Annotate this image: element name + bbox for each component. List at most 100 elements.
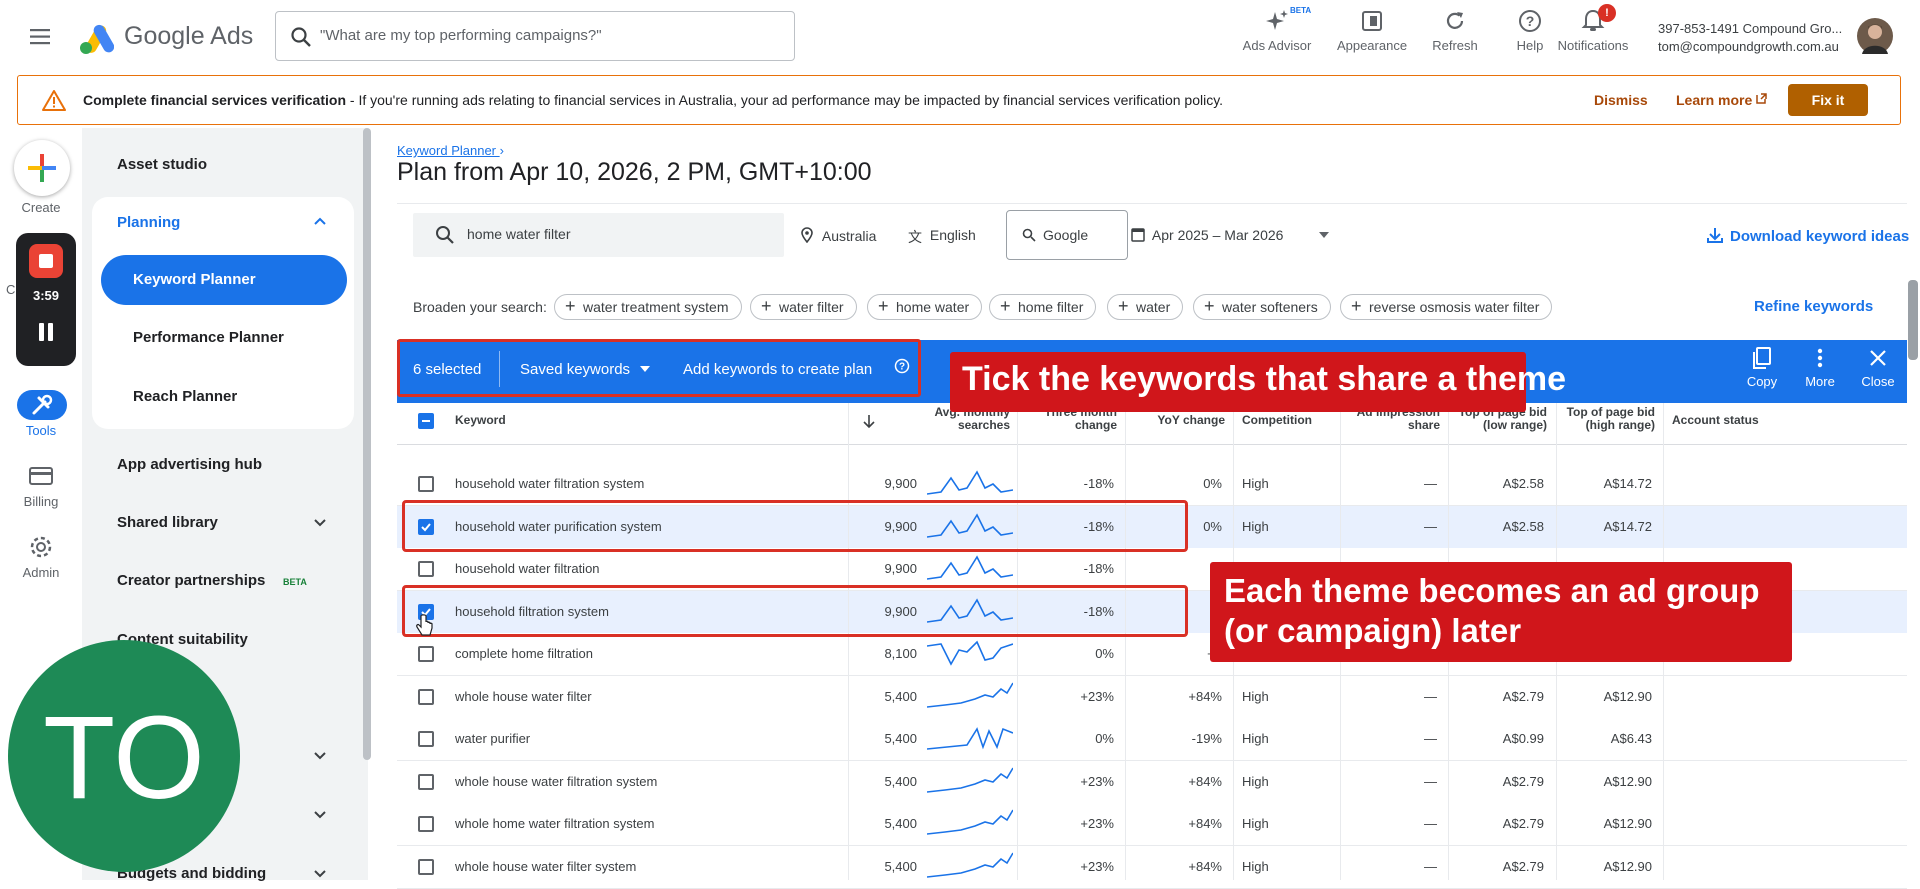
cell-three: +23% [1080,816,1114,831]
account-info[interactable]: 397-853-1491 Compound Gro... tom@compoun… [1658,20,1842,56]
row-checkbox[interactable] [418,476,434,492]
col-avg-line2: searches [957,418,1010,432]
main-scrollbar[interactable] [1908,280,1918,360]
tools-button[interactable] [17,390,67,420]
chevron-up-icon[interactable] [312,213,328,229]
billing-icon[interactable] [28,466,54,486]
keyword-planner-label: Keyword Planner [133,271,256,288]
col-competition[interactable]: Competition [1242,414,1312,427]
nav-planning[interactable]: Planning [117,214,180,231]
broaden-chip[interactable]: water treatment system [554,294,742,320]
cell-low: A$2.58 [1502,476,1544,491]
network-filter[interactable]: Google [1006,210,1128,260]
select-all-checkbox[interactable] [418,413,434,429]
copy-button[interactable]: Copy [1744,346,1780,389]
download-label: Download keyword ideas [1730,228,1910,245]
recording-widget: 3:59 [16,233,76,366]
plus-icon [28,154,56,182]
learn-more-link[interactable]: Learn more [1676,92,1767,108]
cell-high: A$12.90 [1603,859,1652,874]
nav-reach-planner[interactable]: Reach Planner [133,388,237,405]
row-checkbox[interactable] [418,816,434,832]
theme-callout: Each theme becomes an ad group (or campa… [1210,562,1792,662]
stop-recording-button[interactable] [29,244,63,278]
tools-label: Tools [25,423,57,438]
row-checkbox[interactable] [418,646,434,662]
add-keywords-button[interactable]: Add keywords to create plan [683,361,872,378]
table-row[interactable]: whole house water filtration system 5,400… [397,761,1907,804]
broaden-chip[interactable]: reverse osmosis water filter [1340,294,1553,320]
refine-keywords-button[interactable]: Refine keywords [1754,298,1873,315]
sort-arrow-icon[interactable] [862,413,876,429]
nav-performance-planner[interactable]: Performance Planner [133,329,284,346]
broaden-chip[interactable]: home filter [989,294,1097,320]
row-checkbox[interactable] [418,859,434,875]
notifications-label: Notifications [1557,38,1629,53]
table-row[interactable]: water purifier 5,400 0% -19% High — A$0.99 A$6.… [397,718,1907,761]
nav-app-advertising-hub[interactable]: App advertising hub [117,456,262,473]
refresh-button[interactable]: Refresh [1416,8,1494,53]
broaden-chip[interactable]: home water [867,294,983,320]
cell-three: 0% [1095,646,1114,661]
keyword-search-input[interactable]: home water filter [413,213,784,257]
create-button[interactable] [14,140,70,196]
cell-avg: 5,400 [884,859,917,874]
cell-comp: High [1242,816,1269,831]
nav-shared-library[interactable]: Shared library [117,514,218,531]
row-checkbox[interactable] [418,561,434,577]
cell-low: A$2.79 [1502,816,1544,831]
saved-keywords-dropdown[interactable]: Saved keywords [520,361,651,378]
cell-impr: — [1424,476,1437,491]
copy-icon [1751,346,1773,370]
nav-asset-studio[interactable]: Asset studio [117,156,207,173]
broaden-chip[interactable]: water softeners [1193,294,1331,320]
date-range-filter[interactable]: Apr 2025 – Mar 2026 [1131,227,1330,243]
col-bid-high[interactable]: Top of page bid (high range) [1557,406,1655,432]
search-placeholder: "What are my top performing campaigns?" [320,27,602,44]
location-filter[interactable]: Australia [800,227,876,244]
translate-icon: 文 [908,229,922,245]
table-row[interactable]: whole house water filter 5,400 +23% +84% Hig… [397,676,1907,719]
nav-creator-partnerships[interactable]: Creator partnerships [117,572,265,589]
sidenav-scrollbar[interactable] [363,128,371,760]
row-checkbox[interactable] [418,689,434,705]
row-checkbox[interactable] [418,731,434,747]
location-value: Australia [821,228,877,244]
more-label: More [1805,374,1835,389]
pause-icon[interactable] [38,323,54,341]
appearance-button[interactable]: Appearance [1333,8,1411,53]
notifications-button[interactable]: ! Notifications [1548,4,1638,53]
table-row[interactable]: whole house water filter system 5,400 +23%… [397,846,1907,889]
col-yoy-change[interactable]: YoY change [1130,414,1225,427]
download-keyword-ideas-button[interactable]: Download keyword ideas [1706,226,1909,245]
billing-label: Billing [23,494,59,509]
chevron-down-icon[interactable] [312,807,328,823]
col-keyword[interactable]: Keyword [455,414,506,427]
dismiss-button[interactable]: Dismiss [1594,92,1648,108]
close-button[interactable]: Close [1858,346,1898,389]
gear-icon[interactable] [28,534,54,560]
network-icon [1022,228,1036,242]
calendar-icon [1131,227,1145,242]
user-avatar[interactable] [1857,18,1893,54]
global-search-input[interactable]: "What are my top performing campaigns?" [275,11,795,61]
ads-advisor-button[interactable]: BETA Ads Advisor [1238,6,1316,53]
chevron-down-icon[interactable] [312,748,328,764]
col-account-status[interactable]: Account status [1672,414,1759,427]
menu-icon[interactable] [26,24,58,50]
fix-it-button[interactable]: Fix it [1788,84,1868,116]
row-highlight [402,500,1188,552]
help-icon[interactable]: ? [894,358,910,374]
nav-keyword-planner[interactable]: Keyword Planner [101,255,347,305]
broaden-chip[interactable]: water filter [750,294,857,320]
breadcrumb[interactable]: Keyword Planner › [397,143,504,158]
language-filter[interactable]: 文 English [908,227,976,247]
cell-avg: 9,900 [884,561,917,576]
chevron-down-icon[interactable] [312,515,328,531]
more-button[interactable]: More [1802,346,1838,389]
breadcrumb-keyword-planner[interactable]: Keyword Planner [397,143,496,158]
broaden-chip[interactable]: water [1107,294,1184,320]
row-checkbox[interactable] [418,774,434,790]
table-row[interactable]: whole home water filtration system 5,400 +… [397,803,1907,846]
ads-advisor-label: Ads Advisor [1242,38,1312,53]
